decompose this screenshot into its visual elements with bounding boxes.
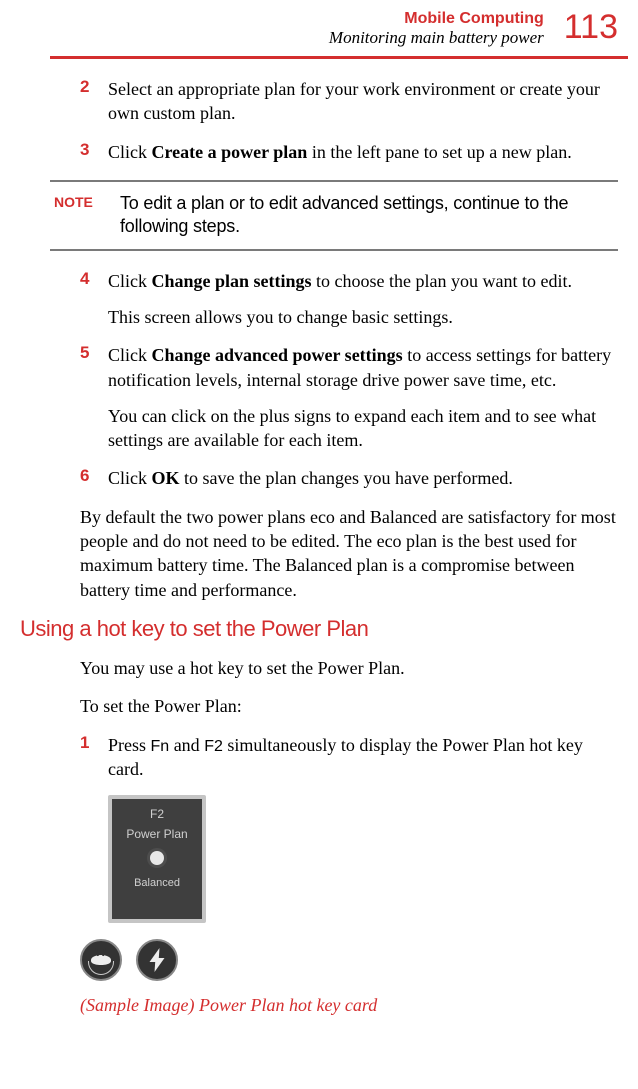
step-list-top: 2 Select an appropriate plan for your wo…	[80, 77, 618, 164]
step-text: Click Change advanced power settings to …	[108, 343, 618, 392]
action-bold: Change advanced power settings	[152, 345, 403, 365]
card-indicator-icon	[150, 851, 164, 865]
step-number: 4	[80, 269, 108, 330]
step-list-bottom: 1 Press Fn and F2 simultaneously to disp…	[80, 733, 618, 782]
eco-plan-icon	[80, 939, 122, 981]
header-rule	[50, 56, 628, 59]
step-text: Click OK to save the plan changes you ha…	[108, 466, 618, 490]
step-2: 2 Select an appropriate plan for your wo…	[80, 77, 618, 126]
step-list-middle: 4 Click Change plan settings to choose t…	[80, 269, 618, 491]
intro-text-1: You may use a hot key to set the Power P…	[80, 656, 618, 680]
chapter-title: Mobile Computing	[329, 10, 544, 28]
step-text: Click Change plan settings to choose the…	[108, 269, 618, 293]
power-plan-card: F2 Power Plan Balanced	[108, 795, 206, 923]
step-number: 2	[80, 77, 108, 126]
body-paragraph: By default the two power plans eco and B…	[80, 505, 618, 602]
note-label: NOTE	[50, 192, 120, 239]
card-mode-label: Balanced	[134, 877, 180, 889]
section-heading: Using a hot key to set the Power Plan	[20, 616, 628, 642]
header-text: Mobile Computing Monitoring main battery…	[329, 10, 544, 48]
intro-text-2: To set the Power Plan:	[80, 694, 618, 718]
step-body: Press Fn and F2 simultaneously to displa…	[108, 733, 618, 782]
card-title: Power Plan	[126, 827, 187, 841]
step-text-extra: You can click on the plus signs to expan…	[108, 404, 618, 453]
balanced-plan-icon	[136, 939, 178, 981]
keycap-fn: Fn	[151, 738, 170, 755]
page-number: 113	[564, 10, 618, 44]
action-bold: Create a power plan	[152, 142, 308, 162]
card-key-label: F2	[150, 807, 164, 821]
section-subtitle: Monitoring main battery power	[329, 28, 544, 48]
note-block: NOTE To edit a plan or to edit advanced …	[50, 180, 618, 251]
step-body: Click Change plan settings to choose the…	[108, 269, 618, 330]
figure-caption: (Sample Image) Power Plan hot key card	[80, 995, 628, 1016]
step-body: Select an appropriate plan for your work…	[108, 77, 618, 126]
step-body: Click Create a power plan in the left pa…	[108, 140, 618, 164]
step-text: Press Fn and F2 simultaneously to displa…	[108, 733, 618, 782]
step-body: Click OK to save the plan changes you ha…	[108, 466, 618, 490]
step-6: 6 Click OK to save the plan changes you …	[80, 466, 618, 490]
step-5: 5 Click Change advanced power settings t…	[80, 343, 618, 452]
step-1: 1 Press Fn and F2 simultaneously to disp…	[80, 733, 618, 782]
step-number: 5	[80, 343, 108, 452]
keycap-f2: F2	[204, 738, 223, 755]
step-text-extra: This screen allows you to change basic s…	[108, 305, 618, 329]
step-text: Click Create a power plan in the left pa…	[108, 140, 618, 164]
step-number: 1	[80, 733, 108, 782]
action-bold: OK	[152, 468, 180, 488]
action-bold: Change plan settings	[152, 271, 312, 291]
step-text: Select an appropriate plan for your work…	[108, 77, 618, 126]
step-number: 6	[80, 466, 108, 490]
globe-icon	[88, 961, 114, 975]
page-header: Mobile Computing Monitoring main battery…	[20, 10, 628, 48]
step-3: 3 Click Create a power plan in the left …	[80, 140, 618, 164]
plan-icon-row	[80, 939, 628, 981]
step-4: 4 Click Change plan settings to choose t…	[80, 269, 618, 330]
note-text: To edit a plan or to edit advanced setti…	[120, 192, 618, 239]
step-number: 3	[80, 140, 108, 164]
step-body: Click Change advanced power settings to …	[108, 343, 618, 452]
